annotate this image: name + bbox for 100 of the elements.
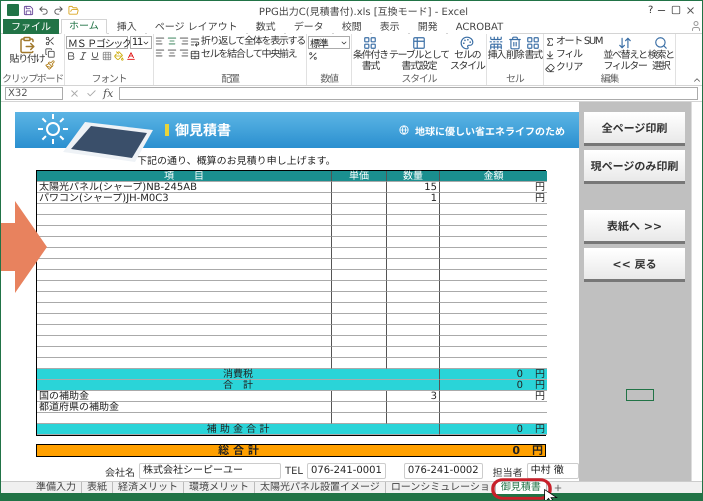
ribbon-button[interactable]: 削除 (506, 36, 524, 61)
sort-icon (618, 36, 632, 50)
field-label: 会社名 (105, 466, 135, 478)
group-label: スタイル (401, 74, 436, 85)
ribbon-tab[interactable]: 開発 (410, 19, 446, 34)
table-cell: 1 (387, 193, 440, 204)
ribbon-tab[interactable]: 表示 (372, 19, 408, 34)
ribbon-tab[interactable]: データ (286, 19, 332, 34)
group-label: 数値 (320, 74, 338, 85)
formula-input[interactable] (119, 87, 698, 100)
table-cell: 都道府県の補助金 (37, 402, 332, 413)
ribbon-button[interactable]: 書式 (524, 36, 542, 61)
wrap-text-button[interactable]: 折り返して全体を表示する (190, 36, 306, 47)
sigma-icon (544, 36, 555, 46)
excel-logo-icon (7, 4, 19, 16)
table-cell: 太陽光パネル(シャープ)NB-245AB (37, 182, 332, 193)
ribbon-button[interactable]: 条件付き 書式 (353, 36, 388, 72)
column-header: 数量 (387, 171, 440, 182)
table-cell: パワコン(シャープ)JH-M0C3 (37, 193, 332, 204)
undo-icon[interactable] (38, 4, 49, 16)
paste-button[interactable]: 貼り付け (10, 36, 44, 65)
ribbon-tab[interactable]: 挿入 (108, 19, 145, 34)
ribbon-button[interactable]: テーブルとして 書式設定 (388, 36, 449, 72)
sheet-button[interactable]: 現ページのみ印刷 (584, 150, 685, 184)
ribbon-button[interactable]: 挿入 (488, 36, 506, 61)
group-label: クリップボード (2, 74, 63, 85)
insert-function-button[interactable]: fx (103, 87, 114, 100)
format-painter-icon[interactable] (45, 60, 56, 70)
cells-icon (508, 36, 522, 50)
company-field[interactable]: 株式会社シーピーユー (139, 463, 281, 479)
ribbon-button[interactable]: オート SUM (544, 36, 602, 47)
percent-icon[interactable] (308, 51, 318, 61)
table-cell: 円 (440, 193, 547, 204)
highlight-ring (490, 478, 552, 500)
sheet-button[interactable]: << 戻る (584, 248, 685, 282)
help-button[interactable]: ? (648, 4, 652, 16)
title-bar-icon (165, 124, 169, 136)
merge-cells-icon (190, 50, 200, 60)
group-label: 編集 (600, 74, 618, 85)
align-right-icon[interactable] (178, 48, 189, 58)
align-center-icon[interactable] (166, 36, 177, 46)
sheet-button[interactable]: 表紙へ >> (584, 210, 685, 244)
ribbon-tab[interactable]: ホーム (61, 19, 107, 34)
table-style-icon (412, 36, 426, 50)
summary-amount: 0 円 (440, 424, 547, 435)
redo-icon[interactable] (53, 4, 64, 16)
table-cell: 円 (440, 391, 547, 402)
grand-total-row: 総 合 計 0 円 (36, 444, 546, 457)
number-format-field[interactable]: 標準 (308, 36, 350, 49)
font-color-icon[interactable] (126, 51, 136, 61)
ribbon-button[interactable]: セルの スタイル (450, 36, 485, 72)
align-center-icon[interactable] (166, 48, 177, 58)
cells-icon (526, 36, 540, 50)
group-label: セル (506, 74, 524, 85)
sheet-tab[interactable]: 御見積書 (496, 482, 547, 494)
table-cell: 15 (387, 182, 440, 193)
bold-icon[interactable] (66, 51, 76, 61)
down-arrow-icon (544, 50, 555, 60)
save-icon[interactable] (23, 4, 34, 16)
tel-field[interactable]: 076-241-0001 (306, 463, 386, 479)
ribbon-button[interactable]: 検索と 選択 (648, 36, 674, 72)
clipboard-icon (18, 36, 36, 54)
ribbon-tab[interactable]: 数式 (248, 19, 284, 34)
merge-center-button[interactable]: セルを結合して中央揃え (190, 49, 306, 60)
sheet-button[interactable]: 全ページ印刷 (584, 112, 685, 146)
fax-field[interactable]: 076-241-0002 (404, 463, 483, 479)
column-header: 項 目 (37, 171, 332, 182)
copy-icon[interactable] (45, 48, 56, 58)
ribbon-button[interactable]: フィル (544, 49, 602, 60)
search-icon (654, 36, 668, 50)
align-right-icon[interactable] (178, 36, 189, 46)
group-label: フォント (92, 74, 126, 85)
close-icon[interactable] (685, 4, 696, 16)
eraser-icon (544, 62, 555, 72)
italic-icon[interactable] (78, 51, 88, 61)
table-style-icon (363, 36, 378, 50)
align-left-icon[interactable] (154, 36, 165, 46)
align-left-icon[interactable] (154, 48, 165, 58)
fill-color-icon[interactable] (114, 51, 124, 61)
column-header: 金額 (440, 171, 547, 182)
ribbon-tab[interactable]: ページ レイアウト (146, 19, 246, 34)
cut-icon[interactable] (45, 36, 56, 46)
ribbon-button[interactable]: クリア (544, 62, 602, 73)
window-title: PPG出力C(見積書付).xls [互換モード] - Excel (258, 6, 470, 18)
font-size-field[interactable]: 11 (130, 36, 152, 49)
summary-amount: 0 円 (440, 380, 547, 391)
banner-title: 御見積書 (175, 122, 232, 140)
ribbon-tab[interactable]: ファイル (3, 19, 59, 34)
add-sheet-icon[interactable] (552, 482, 563, 492)
underline-icon[interactable] (90, 51, 100, 61)
cell-cursor (626, 389, 654, 401)
maximize-icon[interactable] (671, 5, 681, 15)
ribbon-button[interactable]: 並べ替えと フィルター (603, 36, 647, 72)
column-header: 単価 (332, 171, 387, 182)
field-label: 担当者 (492, 466, 523, 478)
field-label: TEL (284, 466, 303, 476)
table-cell: 円 (440, 182, 547, 193)
globe-icon (399, 125, 409, 135)
name-box[interactable]: X32 (5, 87, 63, 100)
ribbon-tab[interactable]: 校閲 (334, 19, 370, 34)
